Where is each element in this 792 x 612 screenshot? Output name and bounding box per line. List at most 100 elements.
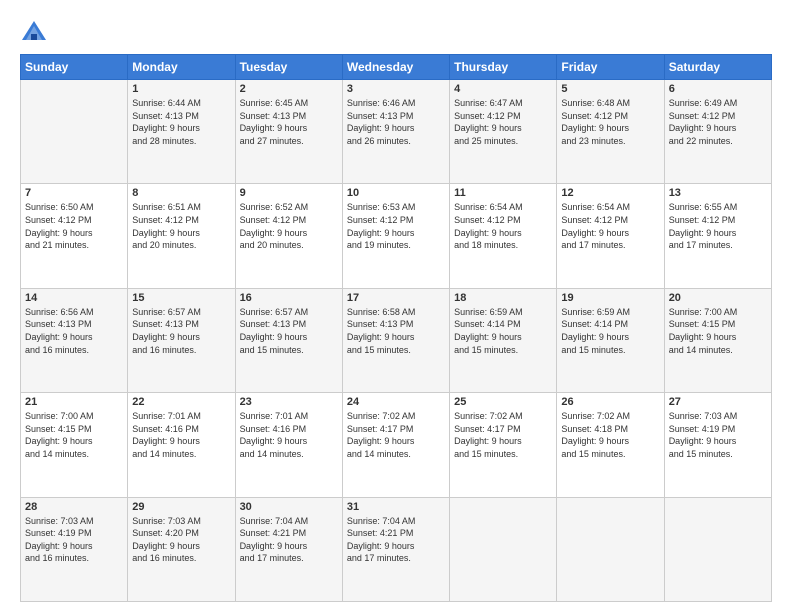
day-cell: 10Sunrise: 6:53 AM Sunset: 4:12 PM Dayli… <box>342 184 449 288</box>
day-cell <box>450 497 557 601</box>
day-number: 10 <box>347 187 445 199</box>
calendar-header: SundayMondayTuesdayWednesdayThursdayFrid… <box>21 55 772 80</box>
weekday-row: SundayMondayTuesdayWednesdayThursdayFrid… <box>21 55 772 80</box>
week-row-4: 21Sunrise: 7:00 AM Sunset: 4:15 PM Dayli… <box>21 393 772 497</box>
day-cell <box>664 497 771 601</box>
day-cell: 7 Sunrise: 6:50 AM Sunset: 4:12 PM Daylig… <box>21 184 128 288</box>
day-number: 25 <box>454 396 552 408</box>
day-number: 3 <box>347 83 445 95</box>
day-cell: 14 Sunrise: 6:56 AM Sunset: 4:13 PM Dayli… <box>21 288 128 392</box>
day-info: Sunrise: 7:01 AM Sunset: 4:16 PM Dayligh… <box>240 410 338 460</box>
day-info: Sunrise: 6:49 AM Sunset: 4:12 PM Dayligh… <box>669 97 767 147</box>
day-cell: 13 Sunrise: 6:55 AM Sunset: 4:12 PM Dayli… <box>664 184 771 288</box>
day-number: 23 <box>240 396 338 408</box>
day-info: Sunrise: 7:00 AM Sunset: 4:15 PM Dayligh… <box>25 410 123 460</box>
day-cell: 16 Sunrise: 6:57 AM Sunset: 4:13 PM Dayli… <box>235 288 342 392</box>
day-cell: 19Sunrise: 6:59 AM Sunset: 4:14 PM Dayli… <box>557 288 664 392</box>
day-info: Sunrise: 7:03 AM Sunset: 4:19 PM Dayligh… <box>25 515 123 565</box>
page: SundayMondayTuesdayWednesdayThursdayFrid… <box>0 0 792 612</box>
day-info: Sunrise: 6:57 AM Sunset: 4:13 PM Dayligh… <box>240 306 338 356</box>
day-number: 14 <box>25 292 123 304</box>
day-info: Sunrise: 6:57 AM Sunset: 4:13 PM Dayligh… <box>132 306 230 356</box>
day-info: Sunrise: 6:54 AM Sunset: 4:12 PM Dayligh… <box>561 201 659 251</box>
day-cell <box>21 80 128 184</box>
day-cell: 2Sunrise: 6:45 AM Sunset: 4:13 PM Daylig… <box>235 80 342 184</box>
header <box>20 18 772 46</box>
day-info: Sunrise: 7:02 AM Sunset: 4:18 PM Dayligh… <box>561 410 659 460</box>
weekday-header-tuesday: Tuesday <box>235 55 342 80</box>
day-cell: 25 Sunrise: 7:02 AM Sunset: 4:17 PM Dayli… <box>450 393 557 497</box>
day-number: 29 <box>132 501 230 513</box>
day-number: 1 <box>132 83 230 95</box>
day-cell: 15 Sunrise: 6:57 AM Sunset: 4:13 PM Dayli… <box>128 288 235 392</box>
day-number: 9 <box>240 187 338 199</box>
day-number: 4 <box>454 83 552 95</box>
day-cell: 6 Sunrise: 6:49 AM Sunset: 4:12 PM Daylig… <box>664 80 771 184</box>
day-info: Sunrise: 7:03 AM Sunset: 4:19 PM Dayligh… <box>669 410 767 460</box>
day-info: Sunrise: 6:55 AM Sunset: 4:12 PM Dayligh… <box>669 201 767 251</box>
day-cell: 8Sunrise: 6:51 AM Sunset: 4:12 PM Daylig… <box>128 184 235 288</box>
logo-icon <box>20 18 48 46</box>
day-info: Sunrise: 7:04 AM Sunset: 4:21 PM Dayligh… <box>347 515 445 565</box>
calendar-body: 1 Sunrise: 6:44 AM Sunset: 4:13 PM Daylig… <box>21 80 772 602</box>
day-info: Sunrise: 6:56 AM Sunset: 4:13 PM Dayligh… <box>25 306 123 356</box>
day-cell: 11Sunrise: 6:54 AM Sunset: 4:12 PM Dayli… <box>450 184 557 288</box>
week-row-2: 7 Sunrise: 6:50 AM Sunset: 4:12 PM Daylig… <box>21 184 772 288</box>
day-cell: 3 Sunrise: 6:46 AM Sunset: 4:13 PM Daylig… <box>342 80 449 184</box>
day-info: Sunrise: 6:45 AM Sunset: 4:13 PM Dayligh… <box>240 97 338 147</box>
weekday-header-monday: Monday <box>128 55 235 80</box>
day-cell: 9 Sunrise: 6:52 AM Sunset: 4:12 PM Daylig… <box>235 184 342 288</box>
day-number: 7 <box>25 187 123 199</box>
day-number: 8 <box>132 187 230 199</box>
weekday-header-saturday: Saturday <box>664 55 771 80</box>
day-number: 16 <box>240 292 338 304</box>
day-info: Sunrise: 7:04 AM Sunset: 4:21 PM Dayligh… <box>240 515 338 565</box>
week-row-3: 14 Sunrise: 6:56 AM Sunset: 4:13 PM Dayli… <box>21 288 772 392</box>
day-number: 28 <box>25 501 123 513</box>
day-number: 17 <box>347 292 445 304</box>
weekday-header-wednesday: Wednesday <box>342 55 449 80</box>
weekday-header-sunday: Sunday <box>21 55 128 80</box>
calendar: SundayMondayTuesdayWednesdayThursdayFrid… <box>20 54 772 602</box>
weekday-header-thursday: Thursday <box>450 55 557 80</box>
day-cell: 31 Sunrise: 7:04 AM Sunset: 4:21 PM Dayli… <box>342 497 449 601</box>
day-cell: 22 Sunrise: 7:01 AM Sunset: 4:16 PM Dayli… <box>128 393 235 497</box>
day-number: 20 <box>669 292 767 304</box>
day-number: 27 <box>669 396 767 408</box>
day-number: 22 <box>132 396 230 408</box>
day-info: Sunrise: 6:44 AM Sunset: 4:13 PM Dayligh… <box>132 97 230 147</box>
day-number: 30 <box>240 501 338 513</box>
day-number: 31 <box>347 501 445 513</box>
day-number: 6 <box>669 83 767 95</box>
week-row-1: 1 Sunrise: 6:44 AM Sunset: 4:13 PM Daylig… <box>21 80 772 184</box>
day-cell: 28 Sunrise: 7:03 AM Sunset: 4:19 PM Dayli… <box>21 497 128 601</box>
day-info: Sunrise: 6:50 AM Sunset: 4:12 PM Dayligh… <box>25 201 123 251</box>
weekday-header-friday: Friday <box>557 55 664 80</box>
day-number: 15 <box>132 292 230 304</box>
day-cell: 30 Sunrise: 7:04 AM Sunset: 4:21 PM Dayli… <box>235 497 342 601</box>
day-info: Sunrise: 6:59 AM Sunset: 4:14 PM Dayligh… <box>454 306 552 356</box>
day-cell <box>557 497 664 601</box>
day-number: 12 <box>561 187 659 199</box>
day-info: Sunrise: 7:02 AM Sunset: 4:17 PM Dayligh… <box>347 410 445 460</box>
day-info: Sunrise: 6:48 AM Sunset: 4:12 PM Dayligh… <box>561 97 659 147</box>
day-cell: 12 Sunrise: 6:54 AM Sunset: 4:12 PM Dayli… <box>557 184 664 288</box>
day-info: Sunrise: 7:02 AM Sunset: 4:17 PM Dayligh… <box>454 410 552 460</box>
day-info: Sunrise: 7:01 AM Sunset: 4:16 PM Dayligh… <box>132 410 230 460</box>
day-cell: 23 Sunrise: 7:01 AM Sunset: 4:16 PM Dayli… <box>235 393 342 497</box>
day-cell: 5Sunrise: 6:48 AM Sunset: 4:12 PM Daylig… <box>557 80 664 184</box>
day-info: Sunrise: 7:00 AM Sunset: 4:15 PM Dayligh… <box>669 306 767 356</box>
day-cell: 20 Sunrise: 7:00 AM Sunset: 4:15 PM Dayli… <box>664 288 771 392</box>
day-cell: 1 Sunrise: 6:44 AM Sunset: 4:13 PM Daylig… <box>128 80 235 184</box>
day-cell: 26Sunrise: 7:02 AM Sunset: 4:18 PM Dayli… <box>557 393 664 497</box>
day-info: Sunrise: 6:52 AM Sunset: 4:12 PM Dayligh… <box>240 201 338 251</box>
day-number: 19 <box>561 292 659 304</box>
day-cell: 21Sunrise: 7:00 AM Sunset: 4:15 PM Dayli… <box>21 393 128 497</box>
logo <box>20 18 52 46</box>
day-number: 13 <box>669 187 767 199</box>
day-info: Sunrise: 7:03 AM Sunset: 4:20 PM Dayligh… <box>132 515 230 565</box>
day-cell: 17Sunrise: 6:58 AM Sunset: 4:13 PM Dayli… <box>342 288 449 392</box>
day-number: 18 <box>454 292 552 304</box>
day-cell: 29 Sunrise: 7:03 AM Sunset: 4:20 PM Dayli… <box>128 497 235 601</box>
day-info: Sunrise: 6:46 AM Sunset: 4:13 PM Dayligh… <box>347 97 445 147</box>
